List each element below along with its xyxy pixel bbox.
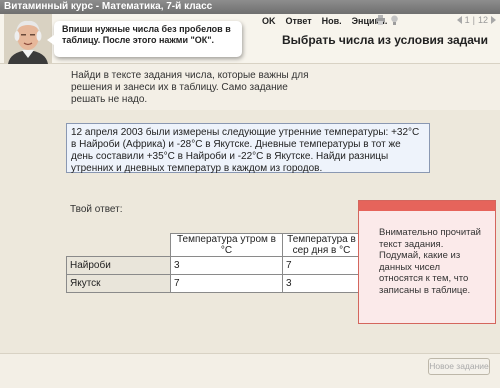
window-title: Витаминный курс - Математика, 7-й класс xyxy=(0,0,500,14)
table-header-row: Температура утром в °C Температура в сер… xyxy=(66,233,361,257)
top-menu: OK Ответ Нов. Энцикл. xyxy=(262,15,387,27)
hint-panel: Внимательно прочитай текст задания. Поду… xyxy=(358,200,496,324)
page-current: 1 xyxy=(464,15,470,25)
answer-table: Температура утром в °C Температура в сер… xyxy=(66,233,361,293)
table-row: Найроби 3 7 xyxy=(66,256,361,275)
row-city: Найроби xyxy=(66,256,171,275)
answer-label: Твой ответ: xyxy=(70,204,123,215)
day-input[interactable]: 3 xyxy=(282,274,361,293)
footer-bar xyxy=(0,353,500,388)
lightbulb-icon[interactable] xyxy=(390,15,399,25)
pager: 1 | 12 xyxy=(456,14,496,26)
teacher-avatar xyxy=(4,14,52,64)
new-button[interactable]: Нов. xyxy=(322,15,342,27)
prev-page-icon[interactable] xyxy=(456,16,462,24)
instruction-bubble: Впиши нужные числа без пробелов в таблиц… xyxy=(47,21,242,57)
table-row: Якутск 7 3 xyxy=(66,274,361,293)
task-heading: Выбрать числа из условия задачи xyxy=(282,33,488,47)
problem-text: 12 апреля 2003 были измерены следующие у… xyxy=(66,123,430,174)
page-total: 12 xyxy=(477,15,488,25)
ok-button[interactable]: OK xyxy=(262,15,276,27)
hint-text: Внимательно прочитай текст задания. Поду… xyxy=(379,227,481,296)
row-city: Якутск xyxy=(66,274,171,293)
next-page-icon[interactable] xyxy=(491,16,496,24)
header-morning: Температура утром в °C xyxy=(170,233,283,257)
header-day: Температура в сер дня в °C xyxy=(282,233,361,257)
table-corner xyxy=(66,233,171,257)
answer-button[interactable]: Ответ xyxy=(286,15,312,27)
printer-icon[interactable] xyxy=(376,15,385,25)
morning-input[interactable]: 7 xyxy=(170,274,283,293)
day-input[interactable]: 7 xyxy=(282,256,361,275)
instructions-text: Найди в тексте задания числа, которые ва… xyxy=(71,70,309,105)
tool-icons xyxy=(376,15,399,25)
hint-header-bar xyxy=(359,201,495,211)
new-task-button[interactable]: Новое задание xyxy=(428,358,490,375)
morning-input[interactable]: 3 xyxy=(170,256,283,275)
page-separator: | xyxy=(472,15,475,25)
